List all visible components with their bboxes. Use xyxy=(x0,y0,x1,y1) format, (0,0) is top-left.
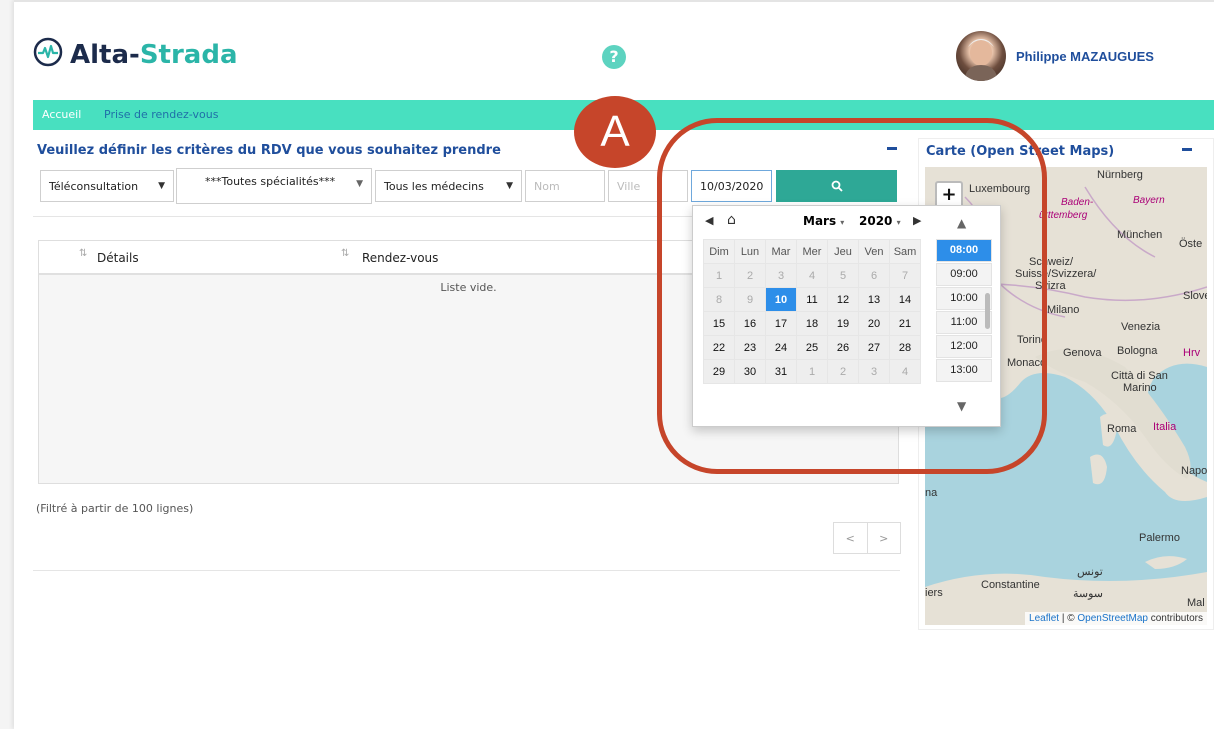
map-place-label: na xyxy=(925,487,938,499)
dropdown-arrow-icon: ▼ xyxy=(158,181,165,191)
pagination: < > xyxy=(833,522,901,554)
breadcrumb-home-link[interactable]: Accueil xyxy=(42,108,81,121)
attribution-suffix: contributors xyxy=(1147,613,1203,624)
column-header-appointment[interactable]: Rendez-vous xyxy=(362,251,438,265)
app-logo[interactable]: Alta-Strada xyxy=(70,40,238,70)
map-place-label: تونس xyxy=(1077,566,1103,578)
pager-next-button[interactable]: > xyxy=(868,523,901,553)
doctor-value: Tous les médecins xyxy=(384,179,484,193)
header: Alta-Strada ? Philippe MAZAUGUES xyxy=(14,2,1214,98)
name-input[interactable]: Nom xyxy=(525,170,605,202)
map-attribution: Leaflet | © OpenStreetMap contributors xyxy=(1025,612,1207,625)
help-icon[interactable]: ? xyxy=(602,45,626,69)
map-place-label: Genova xyxy=(1063,347,1102,359)
breadcrumb-appointment-link[interactable]: Prise de rendez-vous xyxy=(104,108,218,121)
map-place-label: Bologna xyxy=(1117,345,1158,357)
filter-info: (Filtré à partir de 100 lignes) xyxy=(36,502,194,515)
name-placeholder: Nom xyxy=(534,179,560,193)
map-place-label: Bayern xyxy=(1133,195,1165,206)
map-place-label: Mal xyxy=(1187,597,1205,609)
map-place-label: Roma xyxy=(1107,423,1137,435)
divider xyxy=(33,570,900,571)
attribution-separator: | © xyxy=(1059,613,1078,624)
map-place-label: München xyxy=(1117,229,1163,241)
map-place-label: سوسة xyxy=(1073,588,1104,600)
map-place-label: Città di San xyxy=(1111,370,1168,382)
specialty-value: ***Toutes spécialités*** xyxy=(205,175,336,188)
map-place-label: Palermo xyxy=(1139,532,1180,544)
map-collapse-icon[interactable] xyxy=(1182,148,1192,151)
openstreetmap-link[interactable]: OpenStreetMap xyxy=(1077,613,1148,624)
specialty-select[interactable]: ***Toutes spécialités*** ▼ xyxy=(176,168,372,204)
map-place-label: Baden- xyxy=(1061,197,1094,208)
avatar-portrait-icon xyxy=(964,39,998,81)
heartbeat-logo-icon xyxy=(33,37,63,67)
app-window: Alta-Strada ? Philippe MAZAUGUES Accueil… xyxy=(14,0,1214,729)
pager-prev-button[interactable]: < xyxy=(834,523,868,553)
dropdown-arrow-icon: ▼ xyxy=(356,179,363,189)
leaflet-link[interactable]: Leaflet xyxy=(1029,613,1059,624)
map-place-label: Slove xyxy=(1183,290,1207,302)
criteria-title: Veuillez définir les critères du RDV que… xyxy=(37,143,501,158)
map-place-label: Nürnberg xyxy=(1097,169,1143,181)
map-place-label: Marino xyxy=(1123,382,1157,394)
logo-text-accent: Strada xyxy=(139,40,238,70)
avatar[interactable] xyxy=(956,31,1006,81)
sort-icon[interactable]: ⇅ xyxy=(341,248,349,259)
column-header-details[interactable]: Détails xyxy=(97,251,139,265)
consult-type-value: Téléconsultation xyxy=(49,179,139,193)
logo-text-main: Alta- xyxy=(70,40,140,70)
annotation-badge: A xyxy=(574,96,656,168)
consult-type-select[interactable]: Téléconsultation ▼ xyxy=(40,170,174,202)
sort-icon[interactable]: ⇅ xyxy=(79,248,87,259)
map-place-label: Milano xyxy=(1047,304,1080,316)
doctor-select[interactable]: Tous les médecins ▼ xyxy=(375,170,522,202)
map-place-label: Öste xyxy=(1179,238,1203,250)
map-place-label: Hrv xyxy=(1183,347,1201,359)
dropdown-arrow-icon: ▼ xyxy=(506,181,513,191)
annotation-highlight-ring xyxy=(657,118,1047,474)
map-place-label: Napo xyxy=(1181,465,1207,477)
map-place-label: Constantine xyxy=(981,579,1040,591)
map-place-label: iers xyxy=(925,587,943,599)
city-placeholder: Ville xyxy=(617,179,641,193)
user-name[interactable]: Philippe MAZAUGUES xyxy=(1016,49,1154,64)
map-place-label: Venezia xyxy=(1121,321,1161,333)
map-place-label: Italia xyxy=(1153,421,1177,433)
